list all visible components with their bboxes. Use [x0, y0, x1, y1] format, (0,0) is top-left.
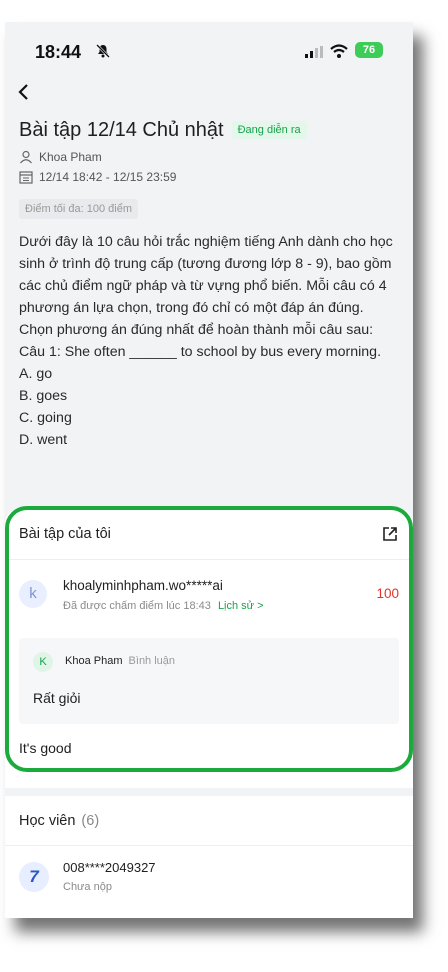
student-status: Chưa nộp — [63, 881, 112, 893]
option-a: A. go — [19, 366, 53, 382]
bell-off-icon — [96, 44, 110, 58]
description-instruction: Chọn phương án đúng nhất để hoàn thành m… — [19, 322, 374, 338]
date-range: 12/14 18:42 - 12/15 23:59 — [39, 170, 177, 184]
commenter-line: Khoa Pham Bình luận — [65, 655, 175, 667]
back-button[interactable] — [17, 82, 41, 108]
students-count: (6) — [81, 812, 100, 829]
my-assignment-title: Bài tập của tôi — [19, 525, 111, 542]
students-title: Học viên — [19, 812, 76, 829]
graded-time: Đã được chấm điểm lúc 18:43 — [63, 600, 211, 612]
status-bar: 18:44 76 — [5, 22, 413, 80]
external-link-icon[interactable] — [381, 525, 399, 543]
student-id: 008****2049327 — [63, 860, 156, 875]
my-assignment-header: Bài tập của tôi — [5, 508, 413, 560]
max-score-badge: Điểm tối đa: 100 điểm — [19, 199, 138, 219]
graded-info: Đã được chấm điểm lúc 18:43 Lịch sử > — [63, 600, 264, 612]
status-time: 18:44 — [35, 42, 82, 62]
commenter-name: Khoa Pham — [65, 655, 123, 667]
student-avatar: 7 — [19, 862, 49, 892]
avatar: k — [19, 580, 47, 608]
submitted-answer: It's good — [19, 740, 72, 756]
author-row: Khoa Pham — [19, 148, 102, 166]
page-title: Bài tập 12/14 Chủ nhật — [19, 118, 224, 141]
title-row: Bài tập 12/14 Chủ nhật Đang diễn ra — [19, 116, 403, 144]
teacher-comment: K Khoa Pham Bình luận Rất giỏi — [19, 638, 399, 724]
status-badge: Đang diễn ra — [231, 121, 307, 139]
description-intro: Dưới đây là 10 câu hỏi trắc nghiệm tiếng… — [19, 234, 393, 316]
my-assignment-card: Bài tập của tôi k khoalyminhpham.wo*****… — [5, 508, 413, 788]
option-c: C. going — [19, 410, 72, 426]
commenter-avatar: K — [33, 652, 53, 672]
submitter-email: khoalyminhpham.wo*****ai — [63, 578, 223, 593]
submission-row[interactable]: k khoalyminhpham.wo*****ai Đã được chấm … — [5, 560, 413, 638]
score-value: 100 — [376, 586, 399, 601]
calendar-icon — [19, 171, 33, 184]
option-d: D. went — [19, 432, 68, 448]
history-link[interactable]: Lịch sử > — [218, 600, 264, 612]
comment-role: Bình luận — [128, 655, 176, 667]
students-section: Học viên (6) 7 008****2049327 Chưa nộp — [5, 796, 413, 918]
chevron-left-icon — [18, 84, 28, 100]
students-header: Học viên (6) — [5, 796, 413, 846]
wifi-icon — [330, 44, 348, 58]
list-item[interactable]: 7 008****2049327 Chưa nộp — [5, 846, 413, 914]
battery-indicator: 76 — [355, 42, 383, 58]
phone-screen: 18:44 76 Bài tập 12/14 Chủ nhật Đang diễ… — [5, 22, 413, 918]
option-b: B. goes — [19, 388, 68, 404]
assignment-description: Dưới đây là 10 câu hỏi trắc nghiệm tiếng… — [19, 231, 399, 451]
user-icon — [20, 150, 32, 164]
question-text: Câu 1: She often ______ to school by bus… — [19, 344, 382, 360]
comment-text: Rất giỏi — [33, 690, 81, 706]
date-row: 12/14 18:42 - 12/15 23:59 — [19, 168, 176, 186]
signal-icon — [305, 46, 323, 58]
author-name: Khoa Pham — [39, 150, 102, 164]
